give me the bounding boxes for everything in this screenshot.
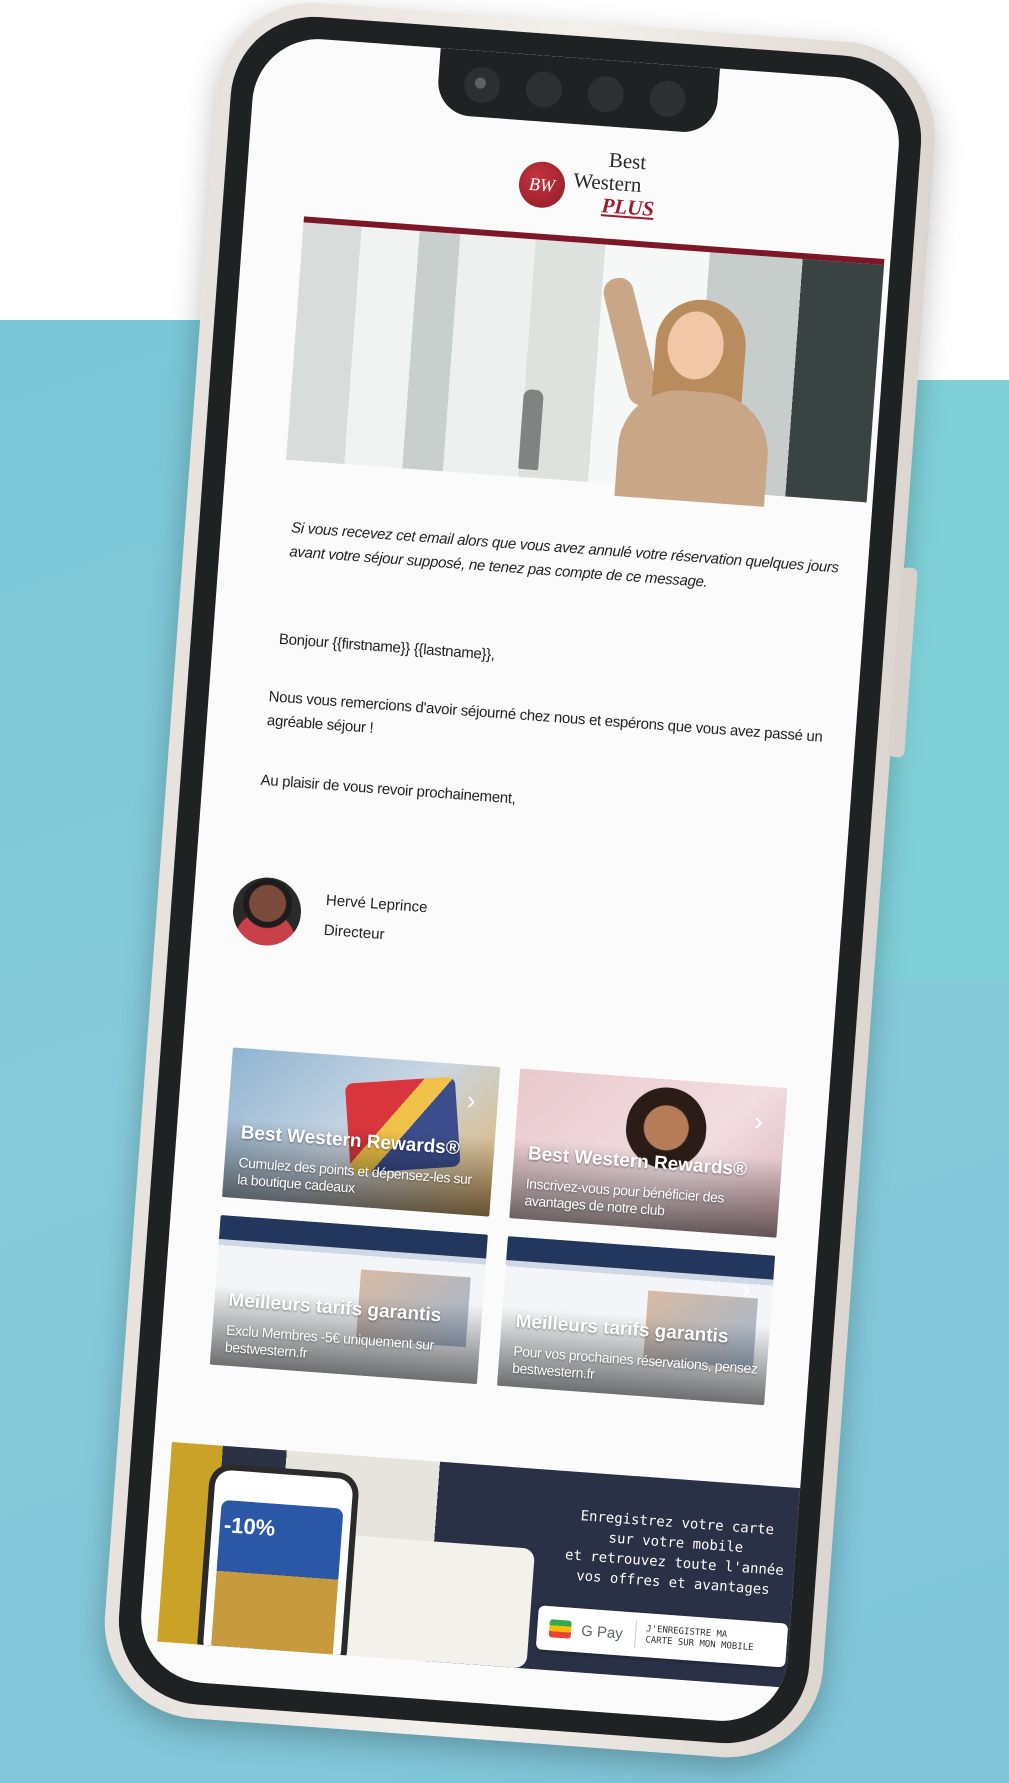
- website-header-image: [506, 1236, 776, 1280]
- avatar: [230, 875, 304, 948]
- chevron-right-icon: ›: [753, 1105, 765, 1137]
- gpay-logo: G Pay: [580, 1622, 624, 1643]
- best-rates-booking-card[interactable]: › Meilleurs tarifs garantis Pour vos pro…: [496, 1236, 776, 1406]
- signature-block: Hervé Leprince Directeur: [230, 875, 535, 977]
- camera-icon: [462, 65, 502, 105]
- wallet-icon: [548, 1619, 572, 1639]
- hero-woman-waving: [595, 274, 780, 507]
- hero-image: [286, 216, 885, 507]
- rewards-points-card[interactable]: › Best Western Rewards® Cumulez des poin…: [221, 1047, 501, 1217]
- logo-wordmark: Best Western PLUS: [571, 146, 686, 223]
- best-rates-member-card[interactable]: Meilleurs tarifs garantis Exclu Membres …: [209, 1214, 488, 1385]
- signature-title: Directeur: [323, 921, 386, 944]
- mini-phone-screen: -10%: [202, 1469, 354, 1667]
- sensor-icon: [524, 70, 564, 109]
- phone-bezel: BW Best Western PLUS Si vous recevez cet…: [112, 10, 928, 1750]
- discount-label: -10%: [223, 1512, 277, 1541]
- cancellation-notice: Si vous recevez cet email alors que vous…: [288, 519, 840, 591]
- hero-background-person: [518, 388, 544, 471]
- gpay-divider: [633, 1620, 637, 1649]
- banner-text: Enregistrez votre carte sur votre mobile…: [553, 1504, 798, 1601]
- phone-mockup: BW Best Western PLUS Si vous recevez cet…: [30, 0, 980, 1770]
- mobile-card-banner[interactable]: -10% Enregistrez votre carte sur votre m…: [157, 1442, 811, 1689]
- sensor-icon: [648, 79, 687, 118]
- signature-name: Hervé Leprince: [325, 891, 429, 917]
- rewards-signup-card[interactable]: › Best Western Rewards® Inscrivez-vous p…: [509, 1068, 788, 1238]
- google-pay-button[interactable]: G Pay J'ENREGISTRE MA CARTE SUR MON MOBI…: [535, 1605, 789, 1668]
- phone-screen[interactable]: BW Best Western PLUS Si vous recevez cet…: [136, 34, 904, 1726]
- chevron-right-icon: ›: [465, 1084, 477, 1116]
- mini-phone-image: -10%: [195, 1462, 361, 1674]
- camera-notch: [435, 47, 720, 135]
- website-header-image: [218, 1214, 488, 1259]
- logo-line-3: PLUS: [600, 193, 655, 221]
- phone: BW Best Western PLUS Si vous recevez cet…: [97, 0, 943, 1765]
- hero-coat: [614, 386, 773, 507]
- bw-badge-icon: BW: [517, 160, 567, 210]
- best-western-plus-logo: BW Best Western PLUS: [516, 142, 681, 234]
- thanks-paragraph: Nous vous remercions d'avoir séjourné ch…: [266, 688, 824, 746]
- closing-text: Au plaisir de vous revoir prochainement,: [259, 771, 517, 808]
- sensor-icon: [586, 74, 626, 114]
- gpay-cta-label: J'ENREGISTRE MA CARTE SUR MON MOBILE: [644, 1624, 754, 1654]
- greeting-text: Bonjour {{firstname}} {{lastname}},: [278, 630, 496, 664]
